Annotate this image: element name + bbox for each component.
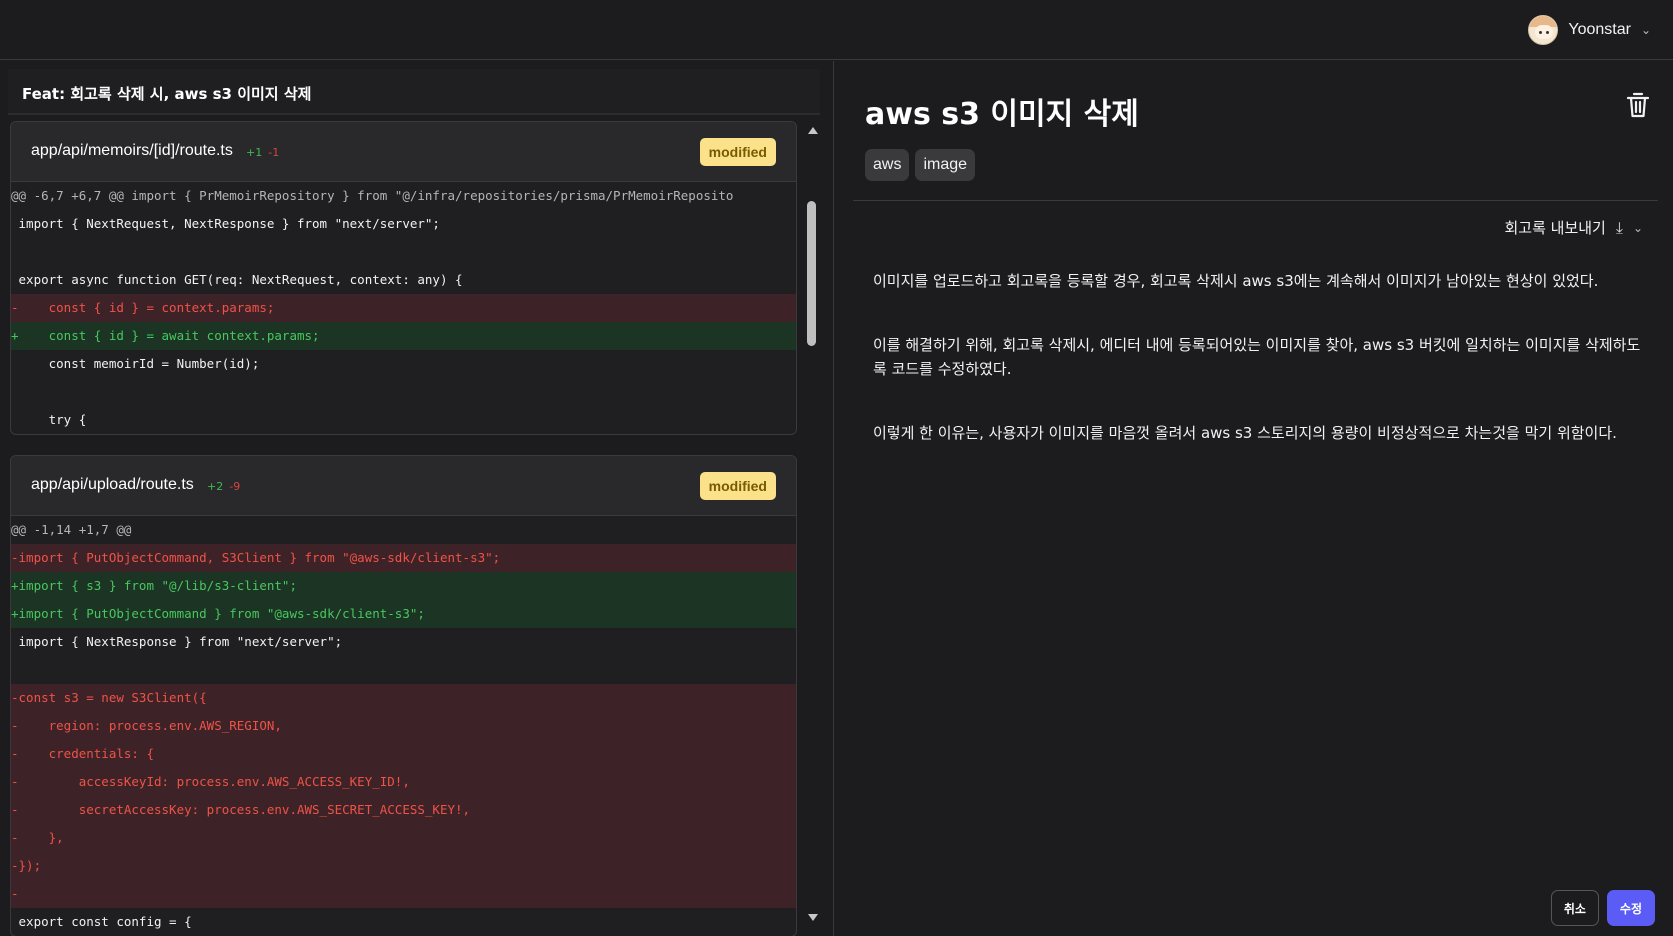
- diff-line: import { NextResponse } from "next/serve…: [11, 634, 343, 649]
- diff-line: const memoirId = Number(id);: [11, 356, 260, 371]
- memo-paragraph: 이를 해결하기 위해, 회고록 삭제시, 에디터 내에 등록되어있는 이미지를 …: [873, 336, 1641, 378]
- memo-paragraph: 이렇게 한 이유는, 사용자가 이미지를 마음껏 올려서 aws s3 스토리지…: [873, 424, 1617, 442]
- diff-line: [11, 378, 796, 406]
- memo-paragraph: 이미지를 업로드하고 회고록을 등록할 경우, 회고록 삭제시 aws s3에는…: [873, 272, 1599, 290]
- scroll-down-arrow-icon[interactable]: [808, 914, 818, 921]
- action-buttons: 취소 수정: [1550, 890, 1655, 926]
- file-path: app/api/memoirs/[id]/route.ts: [31, 142, 233, 159]
- diff-line: export async function GET(req: NextReque…: [11, 272, 463, 287]
- diff-line-removed: - secretAccessKey: process.env.AWS_SECRE…: [11, 796, 796, 824]
- status-badge: modified: [699, 472, 776, 500]
- top-bar: Yoonstar ⌄: [0, 0, 1673, 60]
- tag[interactable]: image: [915, 149, 976, 181]
- diff-line-added: +import { PutObjectCommand } from "@aws-…: [11, 600, 796, 628]
- diff-line-removed: -import { PutObjectCommand, S3Client } f…: [11, 544, 796, 572]
- diff-line-removed: -const s3 = new S3Client({: [11, 684, 796, 712]
- diff-hunk-header: @@ -6,7 +6,7 @@ import { PrMemoirReposit…: [11, 188, 734, 203]
- cancel-button[interactable]: 취소: [1550, 890, 1599, 926]
- diff-file: app/api/upload/route.ts +2 -9 modified @@…: [10, 455, 797, 936]
- diff-line-removed: - accessKeyId: process.env.AWS_ACCESS_KE…: [11, 768, 796, 796]
- trash-icon[interactable]: [1625, 91, 1651, 119]
- diff-line: [11, 656, 796, 684]
- change-counts: +1 -1: [246, 146, 279, 159]
- commit-title: Feat: 회고록 삭제 시, aws s3 이미지 삭제: [8, 69, 820, 113]
- diff-line-removed: -: [11, 880, 796, 908]
- change-counts: +2 -9: [207, 480, 240, 493]
- diff-code: @@ -6,7 +6,7 @@ import { PrMemoirReposit…: [11, 182, 796, 434]
- status-badge: modified: [699, 138, 776, 166]
- deletions-count: -1: [268, 146, 280, 159]
- user-menu[interactable]: Yoonstar ⌄: [1528, 14, 1651, 46]
- scrollbar-thumb[interactable]: [807, 201, 816, 346]
- export-button[interactable]: 회고록 내보내기 ⤓ ⌄: [1504, 217, 1643, 238]
- chevron-down-icon: ⌄: [1632, 220, 1643, 235]
- file-path: app/api/upload/route.ts: [31, 476, 194, 493]
- additions-count: +1: [246, 146, 263, 159]
- diff-panel: Feat: 회고록 삭제 시, aws s3 이미지 삭제 app/api/me…: [0, 61, 834, 936]
- memo-panel: aws s3 이미지 삭제 aws image 회고록 내보내기 ⤓ ⌄ 이미지…: [835, 61, 1673, 936]
- chevron-down-icon: ⌄: [1640, 23, 1651, 37]
- diff-line: import { NextRequest, NextResponse } fro…: [11, 216, 440, 231]
- memo-body[interactable]: 이미지를 업로드하고 회고록을 등록할 경우, 회고록 삭제시 aws s3에는…: [873, 269, 1653, 485]
- diff-hunk-header: @@ -1,14 +1,7 @@: [11, 522, 132, 537]
- additions-count: +2: [207, 480, 224, 493]
- diff-line: export const config = {: [11, 914, 192, 929]
- diff-file-header: app/api/upload/route.ts +2 -9 modified: [11, 456, 796, 516]
- diff-file: app/api/memoirs/[id]/route.ts +1 -1 modif…: [10, 121, 797, 435]
- diff-scroll-area[interactable]: app/api/memoirs/[id]/route.ts +1 -1 modif…: [10, 121, 800, 936]
- tag-list: aws image: [865, 149, 976, 181]
- diff-line: try {: [11, 412, 87, 427]
- diff-line-added: +import { s3 } from "@/lib/s3-client";: [11, 572, 796, 600]
- tag[interactable]: aws: [865, 149, 910, 181]
- diff-code: @@ -1,14 +1,7 @@ -import { PutObjectComm…: [11, 516, 796, 936]
- memo-title: aws s3 이미지 삭제: [865, 97, 1139, 132]
- divider: [853, 200, 1658, 201]
- diff-line: [11, 238, 796, 266]
- export-label: 회고록 내보내기: [1504, 219, 1606, 237]
- save-button[interactable]: 수정: [1606, 890, 1655, 926]
- diff-line-removed: -});: [11, 852, 796, 880]
- avatar: [1528, 15, 1559, 45]
- diff-line-removed: - const { id } = context.params;: [11, 294, 796, 322]
- deletions-count: -9: [229, 480, 241, 493]
- download-icon: ⤓: [1615, 217, 1623, 237]
- scroll-up-arrow-icon[interactable]: [808, 127, 818, 134]
- diff-line-removed: - credentials: {: [11, 740, 796, 768]
- diff-line-removed: - },: [11, 824, 796, 852]
- diff-line-removed: - region: process.env.AWS_REGION,: [11, 712, 796, 740]
- diff-file-header: app/api/memoirs/[id]/route.ts +1 -1 modif…: [11, 122, 796, 182]
- diff-line-added: + const { id } = await context.params;: [11, 322, 796, 350]
- user-name: Yoonstar: [1568, 21, 1631, 38]
